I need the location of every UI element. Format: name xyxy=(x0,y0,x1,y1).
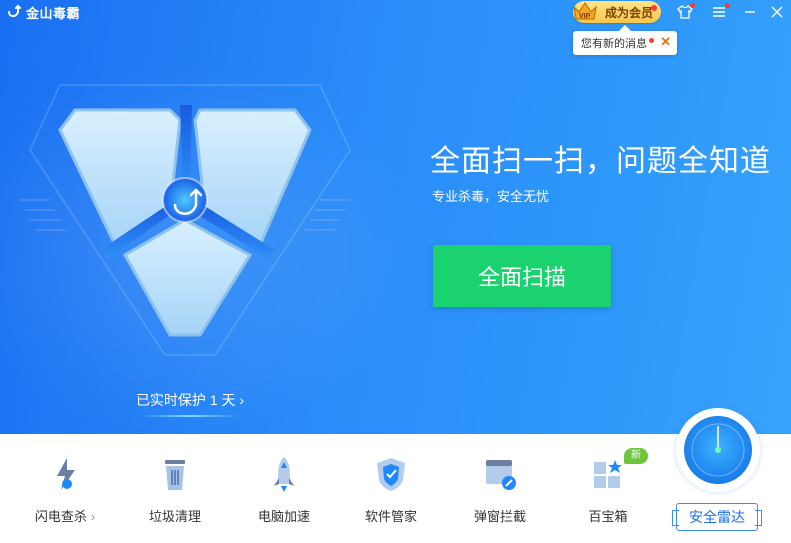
toast-close-icon[interactable]: ✕ xyxy=(660,34,671,50)
notification-dot xyxy=(725,3,730,8)
vip-crown-icon: VIP xyxy=(573,2,597,20)
logo-icon xyxy=(6,3,22,22)
security-radar-button[interactable] xyxy=(676,408,760,492)
tool-toolbox[interactable]: 百宝箱 xyxy=(563,454,653,534)
shield-graphic xyxy=(20,84,351,356)
toast-dot xyxy=(649,37,654,43)
lightning-icon xyxy=(57,458,75,490)
tool-flash-scan[interactable]: 闪电查杀 › xyxy=(20,454,110,534)
protection-days-link[interactable]: 已实时保护 1 天 › xyxy=(110,390,270,420)
security-radar-label[interactable]: 安全雷达 xyxy=(672,503,762,531)
svg-text:VIP: VIP xyxy=(579,13,591,20)
become-member-button[interactable]: VIP 成为会员 xyxy=(573,1,661,23)
headline: 全面扫一扫，问题全知道 xyxy=(430,145,771,178)
title-bar: 金山毒霸 VIP 成为会员 xyxy=(0,0,791,26)
tool-software-manager[interactable]: 软件管家 xyxy=(346,454,436,534)
full-scan-button[interactable]: 全面扫描 xyxy=(433,245,611,307)
rocket-icon xyxy=(274,457,294,492)
protection-days-text: 已实时保护 1 天 › xyxy=(135,392,245,408)
new-badge: 新 xyxy=(624,448,648,464)
shield-app-icon xyxy=(377,458,405,491)
tool-label: 电脑加速 xyxy=(257,509,310,524)
toast-text: 您有新的消息 xyxy=(581,38,647,50)
notification-dot xyxy=(651,5,657,11)
tool-label: 弹窗拦截 xyxy=(473,509,526,524)
app-logo: 金山毒霸 xyxy=(6,2,80,22)
tool-speed-up[interactable]: 电脑加速 xyxy=(239,454,329,534)
trash-icon xyxy=(165,460,185,490)
toolbox-icon xyxy=(594,460,622,488)
radar-icon xyxy=(684,416,752,484)
main-panel: 金山毒霸 VIP 成为会员 您有新的消息 ✕ 已实时保护 1 天 › 全面扫一扫… xyxy=(0,0,791,434)
tool-label: 软件管家 xyxy=(364,509,417,524)
subline: 专业杀毒，安全无忧 xyxy=(432,189,550,204)
app-name: 金山毒霸 xyxy=(26,6,81,22)
tool-label: 垃圾清理 xyxy=(148,509,201,524)
tool-popup-block[interactable]: 弹窗拦截 xyxy=(455,454,545,534)
tool-label: 闪电查杀 xyxy=(34,509,87,524)
tool-junk-clean[interactable]: 垃圾清理 xyxy=(130,454,220,534)
bottom-toolbar: 闪电查杀 › 垃圾清理 电脑加速 软件管家 弹窗拦截 百宝箱 xyxy=(0,434,791,543)
become-member-label: 成为会员 xyxy=(605,5,654,20)
tool-label: 百宝箱 xyxy=(588,509,628,524)
message-toast[interactable]: 您有新的消息 ✕ xyxy=(573,25,677,55)
protection-underline xyxy=(140,415,240,417)
notification-dot xyxy=(690,3,695,8)
minimize-icon[interactable] xyxy=(741,3,759,21)
close-icon[interactable] xyxy=(768,3,786,21)
popup-block-icon xyxy=(486,460,516,490)
more-arrow-icon: › xyxy=(90,509,96,524)
